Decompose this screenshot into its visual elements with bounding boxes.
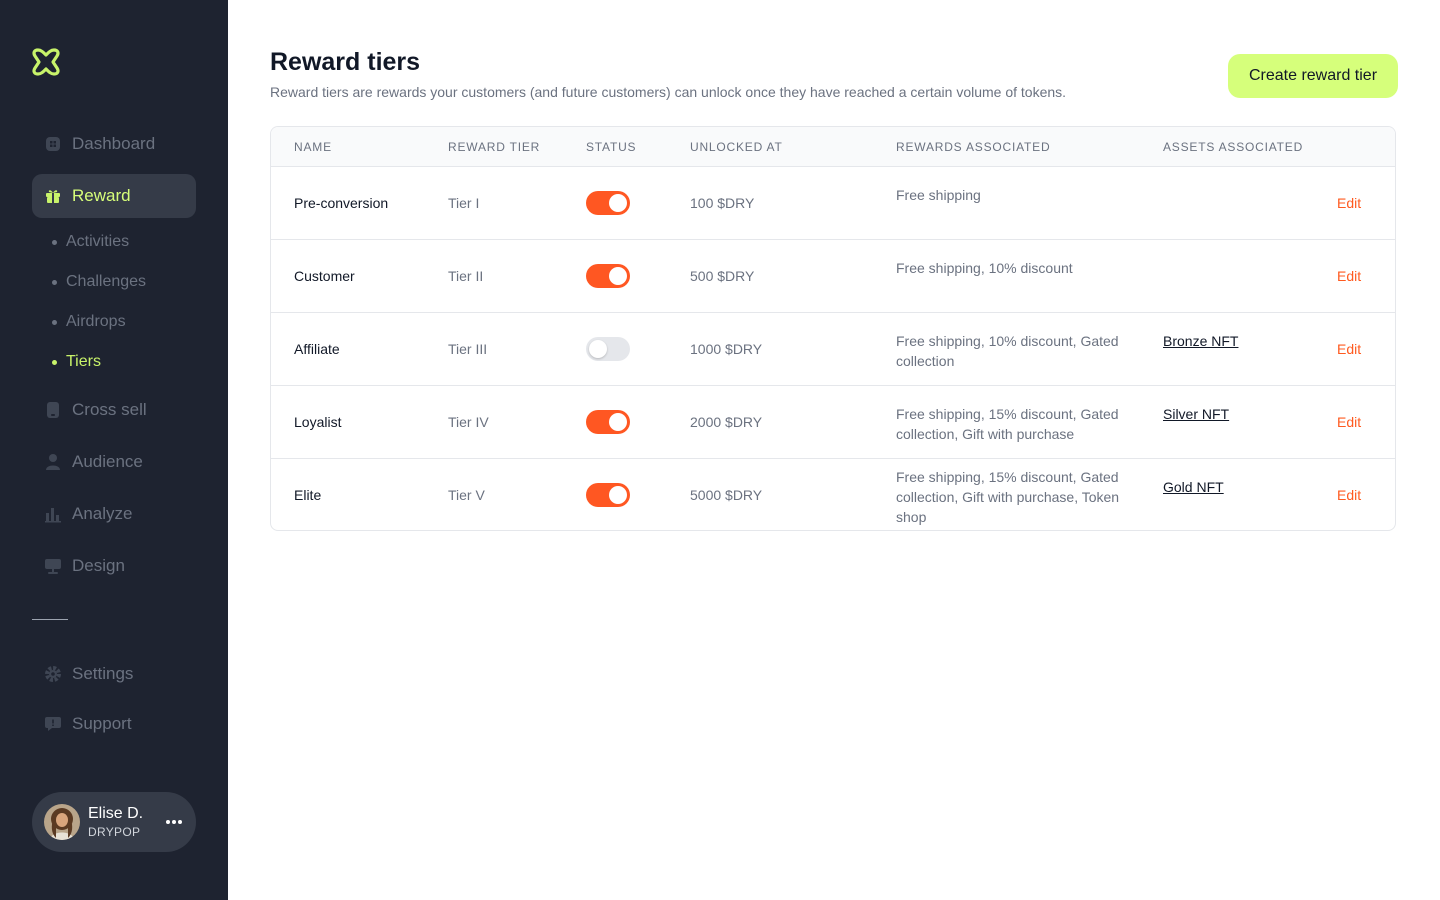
tier-level: Tier II — [448, 268, 484, 284]
column-header-unlocked-at: UNLOCKED AT — [690, 140, 783, 154]
column-header-assets: ASSETS ASSOCIATED — [1163, 140, 1304, 154]
subnav-challenges[interactable]: Challenges — [52, 270, 146, 294]
nav-audience-label: Audience — [72, 452, 143, 471]
table-header: NAME REWARD TIER STATUS UNLOCKED AT REWA… — [271, 127, 1395, 167]
avatar — [44, 804, 80, 840]
reward-tiers-table: NAME REWARD TIER STATUS UNLOCKED AT REWA… — [270, 126, 1396, 531]
drypop-logo[interactable] — [30, 46, 62, 78]
table-row: Affiliate Tier III 1000 $DRY Free shippi… — [271, 313, 1395, 386]
page-title: Reward tiers — [270, 48, 421, 76]
phone-icon — [44, 401, 62, 419]
toggle-knob — [589, 340, 607, 358]
create-reward-tier-button[interactable]: Create reward tier — [1228, 54, 1398, 98]
user-name: Elise D. — [88, 805, 144, 822]
asset-link[interactable]: Bronze NFT — [1163, 331, 1238, 351]
nav-settings-label: Settings — [72, 664, 134, 683]
rewards-associated: Free shipping, 10% discount, Gated colle… — [896, 333, 1119, 369]
status-toggle[interactable] — [586, 483, 630, 507]
status-toggle[interactable] — [586, 264, 630, 288]
tier-level: Tier I — [448, 195, 480, 211]
subnav-airdrops-label: Airdrops — [66, 313, 126, 330]
unlock-threshold: 100 $DRY — [690, 195, 755, 211]
page-subtitle: Reward tiers are rewards your customers … — [270, 84, 1067, 100]
table-row: Customer Tier II 500 $DRY Free shipping,… — [271, 240, 1395, 313]
nav-dashboard[interactable]: Dashboard — [32, 122, 196, 166]
gift-icon — [44, 187, 62, 205]
table-row: Elite Tier V 5000 $DRY Free shipping, 15… — [271, 459, 1395, 530]
bullet-icon — [52, 239, 57, 245]
edit-link[interactable]: Edit — [1337, 414, 1361, 430]
user-icon — [44, 453, 62, 471]
table-row: Pre-conversion Tier I 100 $DRY Free ship… — [271, 167, 1395, 240]
bullet-icon — [52, 359, 57, 365]
nav-dashboard-label: Dashboard — [72, 134, 156, 153]
bullet-icon — [52, 279, 57, 285]
display-icon — [44, 557, 62, 575]
nav-settings[interactable]: Settings — [32, 652, 196, 696]
tier-name: Customer — [294, 268, 355, 284]
nav-cross-sell[interactable]: Cross sell — [32, 388, 196, 432]
sidebar: Dashboard Reward Activities Challenges A… — [0, 0, 228, 900]
sidebar-divider — [32, 619, 68, 620]
toggle-knob — [609, 267, 627, 285]
unlock-threshold: 500 $DRY — [690, 268, 755, 284]
edit-link[interactable]: Edit — [1337, 195, 1361, 211]
nav-analyze-label: Analyze — [72, 504, 133, 523]
subnav-airdrops[interactable]: Airdrops — [52, 310, 126, 334]
asset-link[interactable]: Silver NFT — [1163, 404, 1229, 424]
rewards-associated: Free shipping, 15% discount, Gated colle… — [896, 469, 1120, 525]
edit-link[interactable]: Edit — [1337, 268, 1361, 284]
tier-name: Pre-conversion — [294, 195, 389, 211]
edit-link[interactable]: Edit — [1337, 487, 1361, 503]
user-profile-card[interactable]: Elise D. DRYPOP — [32, 792, 196, 852]
subnav-tiers-label: Tiers — [66, 353, 101, 370]
tier-level: Tier III — [448, 341, 488, 357]
nav-cross-sell-label: Cross sell — [72, 400, 147, 419]
bullet-icon — [52, 319, 57, 325]
user-info: Elise D. DRYPOP — [88, 804, 143, 840]
rewards-associated: Free shipping, 15% discount, Gated colle… — [896, 406, 1119, 442]
nav-design[interactable]: Design — [32, 544, 196, 588]
edit-link[interactable]: Edit — [1337, 341, 1361, 357]
column-header-name: NAME — [294, 140, 332, 154]
bar-chart-icon — [44, 505, 62, 523]
tier-name: Affiliate — [294, 341, 340, 357]
rewards-associated: Free shipping — [896, 187, 981, 203]
tier-name: Loyalist — [294, 414, 342, 430]
more-options-icon[interactable] — [166, 814, 182, 830]
column-header-rewards: REWARDS ASSOCIATED — [896, 140, 1051, 154]
column-header-reward-tier: REWARD TIER — [448, 140, 541, 154]
grid-icon — [44, 135, 62, 153]
subnav-activities[interactable]: Activities — [52, 230, 129, 254]
subnav-activities-label: Activities — [66, 233, 130, 250]
unlock-threshold: 5000 $DRY — [690, 487, 763, 503]
nav-support-label: Support — [72, 714, 132, 733]
status-toggle[interactable] — [586, 337, 630, 361]
unlock-threshold: 1000 $DRY — [690, 341, 763, 357]
tier-level: Tier V — [448, 487, 485, 503]
asset-link[interactable]: Gold NFT — [1163, 477, 1224, 497]
table-row: Loyalist Tier IV 2000 $DRY Free shipping… — [271, 386, 1395, 459]
gear-icon — [44, 665, 62, 683]
chat-icon — [44, 715, 62, 733]
nav-support[interactable]: Support — [32, 702, 196, 746]
nav-design-label: Design — [72, 556, 125, 575]
rewards-associated: Free shipping, 10% discount — [896, 260, 1073, 276]
tier-level: Tier IV — [448, 414, 489, 430]
nav-reward-label: Reward — [72, 186, 131, 205]
status-toggle[interactable] — [586, 191, 630, 215]
nav-audience[interactable]: Audience — [32, 440, 196, 484]
subnav-challenges-label: Challenges — [66, 273, 147, 290]
nav-analyze[interactable]: Analyze — [32, 492, 196, 536]
column-header-status: STATUS — [586, 140, 637, 154]
unlock-threshold: 2000 $DRY — [690, 414, 763, 430]
nav-reward[interactable]: Reward — [32, 174, 196, 218]
user-org: DRYPOP — [88, 825, 141, 839]
toggle-knob — [609, 486, 627, 504]
tier-name: Elite — [294, 487, 322, 503]
toggle-knob — [609, 413, 627, 431]
status-toggle[interactable] — [586, 410, 630, 434]
subnav-tiers[interactable]: Tiers — [52, 350, 101, 374]
toggle-knob — [609, 194, 627, 212]
